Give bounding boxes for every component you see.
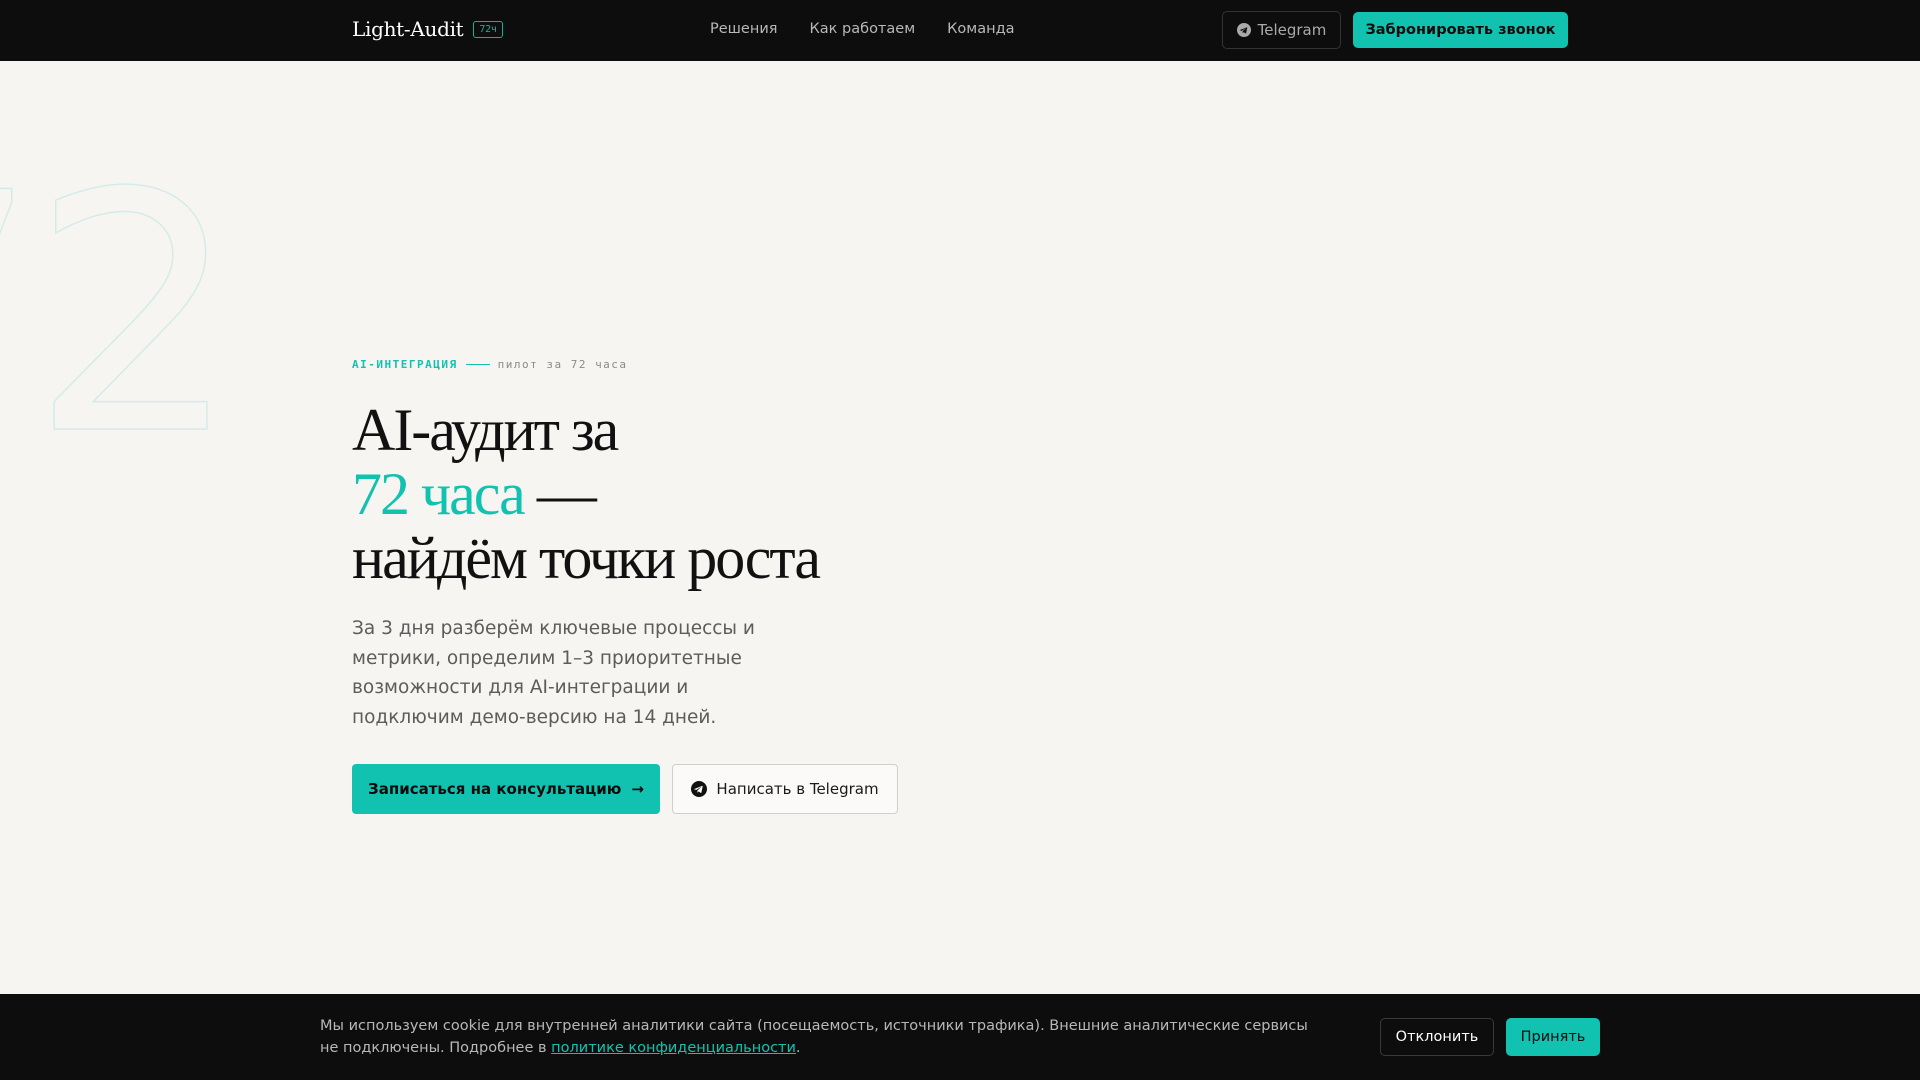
telegram-header-label: Telegram bbox=[1257, 21, 1327, 39]
cookie-banner: Мы используем cookie для внутренней анал… bbox=[0, 994, 1920, 1080]
nav-item-solutions[interactable]: Решения bbox=[710, 21, 777, 37]
telegram-header-button[interactable]: Telegram bbox=[1222, 11, 1341, 49]
book-consultation-button[interactable]: Записаться на консультацию → bbox=[352, 764, 660, 814]
arrow-right-icon: → bbox=[631, 780, 644, 798]
nav-item-team[interactable]: Команда bbox=[947, 21, 1014, 37]
write-telegram-button[interactable]: Написать в Telegram bbox=[672, 764, 898, 814]
book-call-button[interactable]: Забронировать звонок bbox=[1353, 12, 1568, 48]
background-number-decoration: 72 bbox=[0, 123, 241, 507]
cookie-text-main: Мы используем cookie для внутренней анал… bbox=[320, 1018, 1308, 1056]
top-navigation-bar: Light-Audit 72ч Решения Как работаем Ком… bbox=[0, 0, 1920, 61]
eyebrow-muted: пилот за 72 часа bbox=[497, 358, 628, 371]
nav-item-how-we-work[interactable]: Как работаем bbox=[809, 21, 915, 37]
eyebrow-accent: AI-ИНТЕГРАЦИЯ bbox=[352, 358, 458, 371]
hero-subtitle: За 3 дня разберём ключевые процессы и ме… bbox=[352, 618, 755, 728]
cookie-decline-button[interactable]: Отклонить bbox=[1380, 1018, 1494, 1056]
logo-text: Light-Audit bbox=[352, 17, 464, 41]
headline-line-1: AI-аудит за bbox=[352, 397, 619, 463]
cta-primary-label: Записаться на консультацию bbox=[368, 780, 622, 798]
hero-headline: AI-аудит за 72 часа — найдём точки роста bbox=[352, 398, 972, 590]
headline-accent: 72 часа bbox=[352, 461, 526, 527]
telegram-icon bbox=[691, 781, 708, 797]
logo-badge: 72ч bbox=[473, 20, 503, 38]
cta-secondary-label: Написать в Telegram bbox=[716, 780, 879, 798]
headline-line-3: найдём точки роста bbox=[352, 525, 821, 591]
cookie-accept-button[interactable]: Принять bbox=[1506, 1018, 1600, 1056]
privacy-policy-link[interactable]: политике конфиденциальности bbox=[551, 1040, 796, 1056]
hero-eyebrow: AI-ИНТЕГРАЦИЯ пилот за 72 часа bbox=[352, 358, 628, 371]
eyebrow-divider bbox=[465, 364, 490, 365]
telegram-icon bbox=[1236, 23, 1251, 37]
headline-dash: — bbox=[523, 461, 597, 527]
logo[interactable]: Light-Audit 72ч bbox=[352, 17, 503, 41]
cookie-text: Мы используем cookie для внутренней анал… bbox=[320, 1015, 1320, 1059]
cookie-text-end: . bbox=[795, 1040, 801, 1056]
main-nav: Решения Как работаем Команда bbox=[710, 21, 1015, 37]
